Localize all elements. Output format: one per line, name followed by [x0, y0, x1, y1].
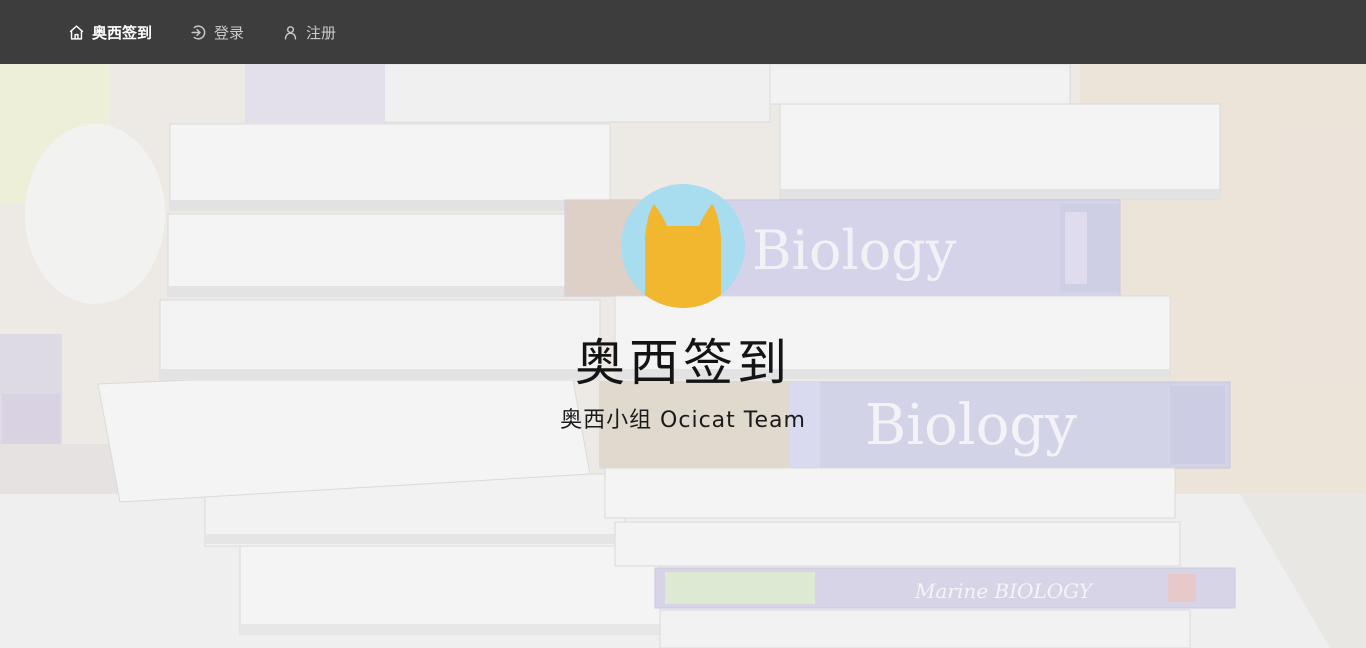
brand-block: 奥西签到 奥西小组 Ocicat Team — [0, 184, 1366, 434]
home-icon — [69, 24, 84, 40]
cat-logo-icon — [621, 184, 745, 308]
nav-register-label: 注册 — [306, 23, 337, 42]
user-icon — [284, 25, 297, 40]
nav-home-label: 奥西签到 — [92, 23, 153, 42]
site-title: 奥西签到 — [575, 334, 791, 392]
login-icon — [191, 24, 206, 40]
nav-home[interactable]: 奥西签到 — [68, 0, 152, 64]
nav-login[interactable]: 登录 — [190, 0, 244, 64]
top-navbar: 奥西签到 登录 注册 — [0, 0, 1366, 64]
site-subtitle: 奥西小组 Ocicat Team — [560, 408, 806, 433]
nav-register[interactable]: 注册 — [282, 0, 336, 64]
nav-login-label: 登录 — [214, 23, 245, 42]
